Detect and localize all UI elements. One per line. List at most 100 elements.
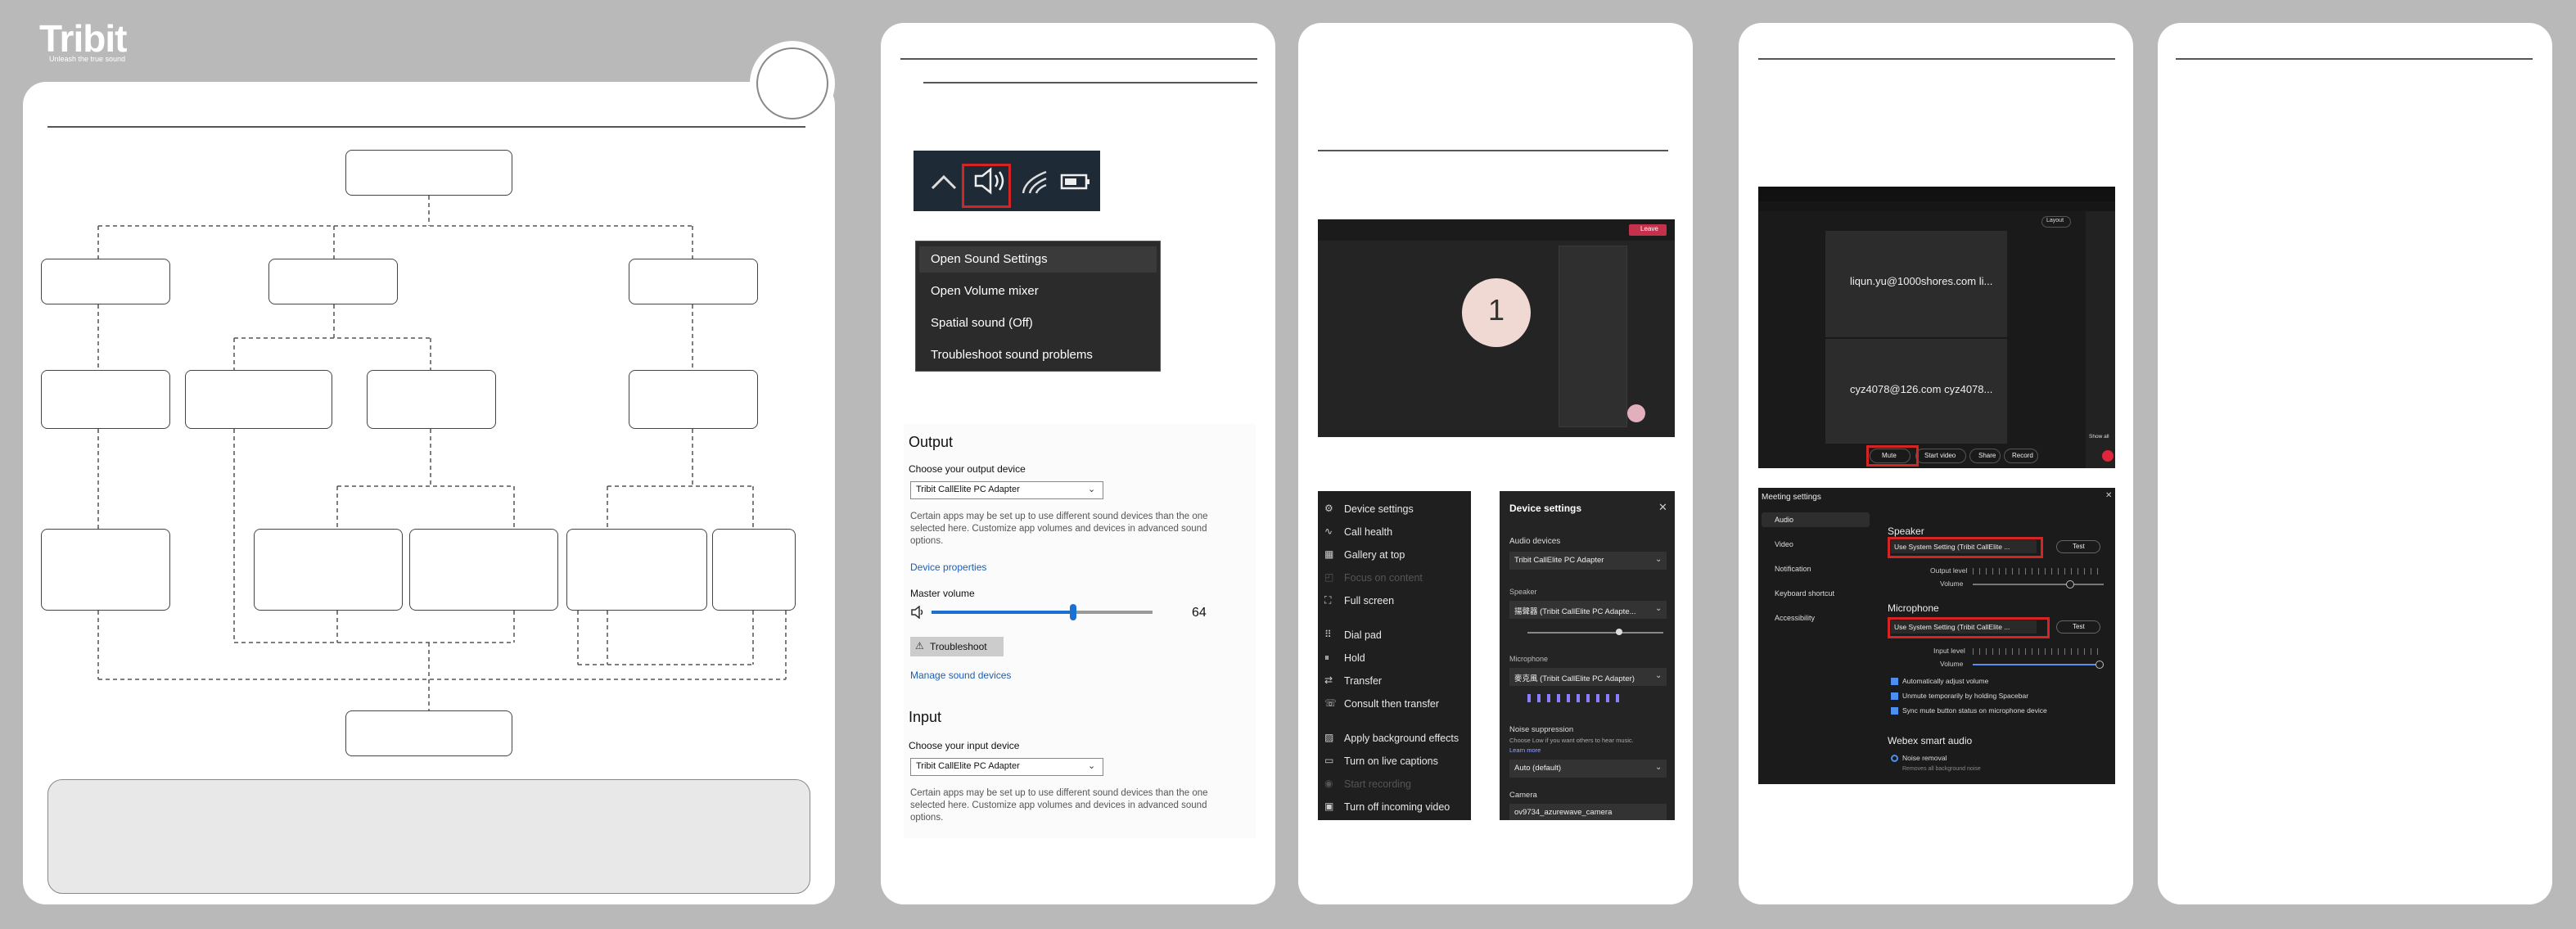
participant-tile-1: liqun.yu@1000shores.com li... [1825,231,2007,337]
menu-item-open-volume-mixer[interactable]: Open Volume mixer [931,284,1039,298]
menu-item-troubleshoot[interactable]: Troubleshoot sound problems [931,348,1093,362]
master-volume-label: Master volume [910,588,975,599]
checkbox-sync-mute[interactable] [1891,707,1898,715]
teams-menu-item[interactable]: ▨ Apply background effects [1318,728,1471,748]
teams-more-menu: ⚙ Device settings ∿ Call health ▦ Gallery at … [1318,491,1471,820]
share-button[interactable]: Share [1969,449,2001,463]
chevron-down-icon: ⌄ [1655,555,1662,564]
mic-level-meter [1527,694,1626,702]
nav-notification[interactable]: Notification [1775,565,1811,573]
mute-highlight [1866,445,1919,467]
record-icon: ◉ [1324,778,1333,789]
checkbox-unmute-spacebar-label: Unmute temporarily by holding Spacebar [1902,692,2029,700]
manage-sound-devices-link[interactable]: Manage sound devices [910,670,1011,681]
start-video-button[interactable]: Start video [1915,449,1966,463]
chevron-down-icon: ⌄ [1088,485,1096,494]
mic-volume-label: Volume [1940,660,1964,668]
input-level-meter [1973,648,2100,655]
flow-node-l2-c [367,370,496,429]
mic-volume-thumb[interactable] [2096,661,2104,669]
master-volume-thumb[interactable] [1069,604,1076,620]
close-icon[interactable]: ✕ [1658,501,1667,514]
output-device-select[interactable]: Tribit CallElite PC Adapter ⌄ [910,481,1103,499]
webex-menu-bar [1758,201,2115,211]
nav-audio[interactable]: Audio [1775,516,1793,524]
teams-menu-item[interactable]: ⇄ Transfer [1318,671,1471,691]
chevron-down-icon: ⌄ [1655,763,1662,772]
teams-menu-item[interactable]: ☏ Consult then transfer [1318,694,1471,714]
noise-value: Auto (default) [1514,764,1562,773]
nav-accessibility[interactable]: Accessibility [1775,614,1815,622]
wifi-icon[interactable] [1020,169,1049,195]
teams-menu-item[interactable]: ⠿ Dial pad [1318,625,1471,645]
input-device-select[interactable]: Tribit CallElite PC Adapter ⌄ [910,758,1103,776]
mic-volume-track[interactable] [1973,664,2104,665]
camera-select[interactable]: ov9734_azurewave_camera [1509,804,1667,820]
record-button[interactable]: Record [2004,449,2038,463]
battery-icon[interactable] [1059,170,1092,192]
nav-keyboard-shortcut[interactable]: Keyboard shortcut [1775,589,1834,598]
show-all-link[interactable]: Show all [2089,434,2109,440]
fullscreen-icon: ⛶ [1324,594,1332,606]
speaker-label: Speaker [1509,588,1537,596]
teams-menu-item-label: Turn off incoming video [1344,801,1450,813]
master-volume-slider[interactable] [932,604,1153,620]
layout-button[interactable]: Layout [2041,216,2071,228]
device-settings-title: Device settings [1509,503,1582,514]
volume-speaker-icon [911,606,923,619]
learn-more-link[interactable]: Learn more [1509,746,1541,754]
speaker-test-button[interactable]: Test [2056,540,2100,553]
teams-menu-item[interactable]: ▭ Turn on live captions [1318,751,1471,771]
speaker-volume-thumb[interactable] [1616,629,1622,635]
speaker-volume-track[interactable] [1973,584,2104,585]
device-properties-link[interactable]: Device properties [910,561,986,573]
gear-icon: ⚙ [1324,503,1333,514]
microphone-test-button[interactable]: Test [2056,620,2100,634]
end-call-button[interactable] [2102,450,2114,462]
master-volume-fill [932,611,1073,614]
leave-button[interactable]: Leave [1629,224,1667,236]
noise-description: Choose Low if you want others to hear mu… [1509,737,1634,744]
output-level-meter [1973,568,2100,575]
speaker-volume-thumb[interactable] [2066,580,2074,589]
camera-value: ov9734_azurewave_camera [1514,808,1613,817]
chevron-up-icon[interactable] [930,170,958,192]
input-note: Certain apps may be set up to use differ… [910,788,1208,823]
chevron-down-icon: ⌄ [1655,671,1662,680]
teams-menu-item[interactable]: ▣ Turn off incoming video [1318,797,1471,817]
output-note: Certain apps may be set up to use differ… [910,512,1208,546]
noise-removal-radio[interactable] [1891,755,1898,762]
speaker-volume-label: Volume [1940,579,1964,588]
teams-menu-item[interactable]: ⚙ Device settings [1318,499,1471,519]
input-level-label: Input level [1933,647,1965,655]
flow-node-l1-a [41,259,170,304]
teams-menu-item[interactable]: ⏸ Hold [1318,648,1471,668]
speaker-volume-slider[interactable] [1527,632,1663,634]
chevron-down-icon: ⌄ [1088,761,1096,771]
input-device-value: Tribit CallElite PC Adapter [916,761,1020,771]
checkbox-auto-adjust[interactable] [1891,678,1898,685]
close-icon[interactable]: ✕ [2105,491,2112,500]
record-label: Record [2012,452,2033,459]
nav-video[interactable]: Video [1775,540,1793,548]
noise-suppression-select[interactable]: Auto (default) ⌄ [1509,760,1667,778]
microphone-select[interactable]: 麥克風 (Tribit CallElite PC Adapter) ⌄ [1509,668,1667,686]
teams-menu-item[interactable]: ▦ Gallery at top [1318,545,1471,565]
flow-node-l3-b [254,529,403,611]
grid-icon: ▦ [1324,548,1334,560]
microphone-device-value: 麥克風 (Tribit CallElite PC Adapter) [1514,674,1635,683]
menu-item-spatial-sound[interactable]: Spatial sound (Off) [931,316,1033,330]
microphone-heading: Microphone [1888,602,1939,614]
video-off-icon: ▣ [1324,800,1334,812]
layout-label: Layout [2046,218,2064,223]
captions-icon: ▭ [1324,755,1334,766]
output-level-label: Output level [1930,566,1968,575]
checkbox-unmute-spacebar[interactable] [1891,692,1898,700]
speaker-select[interactable]: 揚聲器 (Tribit CallElite PC Adapte... ⌄ [1509,601,1667,619]
teams-menu-item[interactable]: ∿ Call health [1318,522,1471,542]
teams-menu-item[interactable]: ⛶ Full screen [1318,591,1471,611]
troubleshoot-button[interactable]: ⚠ Troubleshoot [910,637,1004,656]
teams-menu-item-label: Device settings [1344,503,1414,515]
sound-settings-screenshot: Output Choose your output device Tribit … [904,424,1256,838]
audio-device-select[interactable]: Tribit CallElite PC Adapter ⌄ [1509,552,1667,570]
